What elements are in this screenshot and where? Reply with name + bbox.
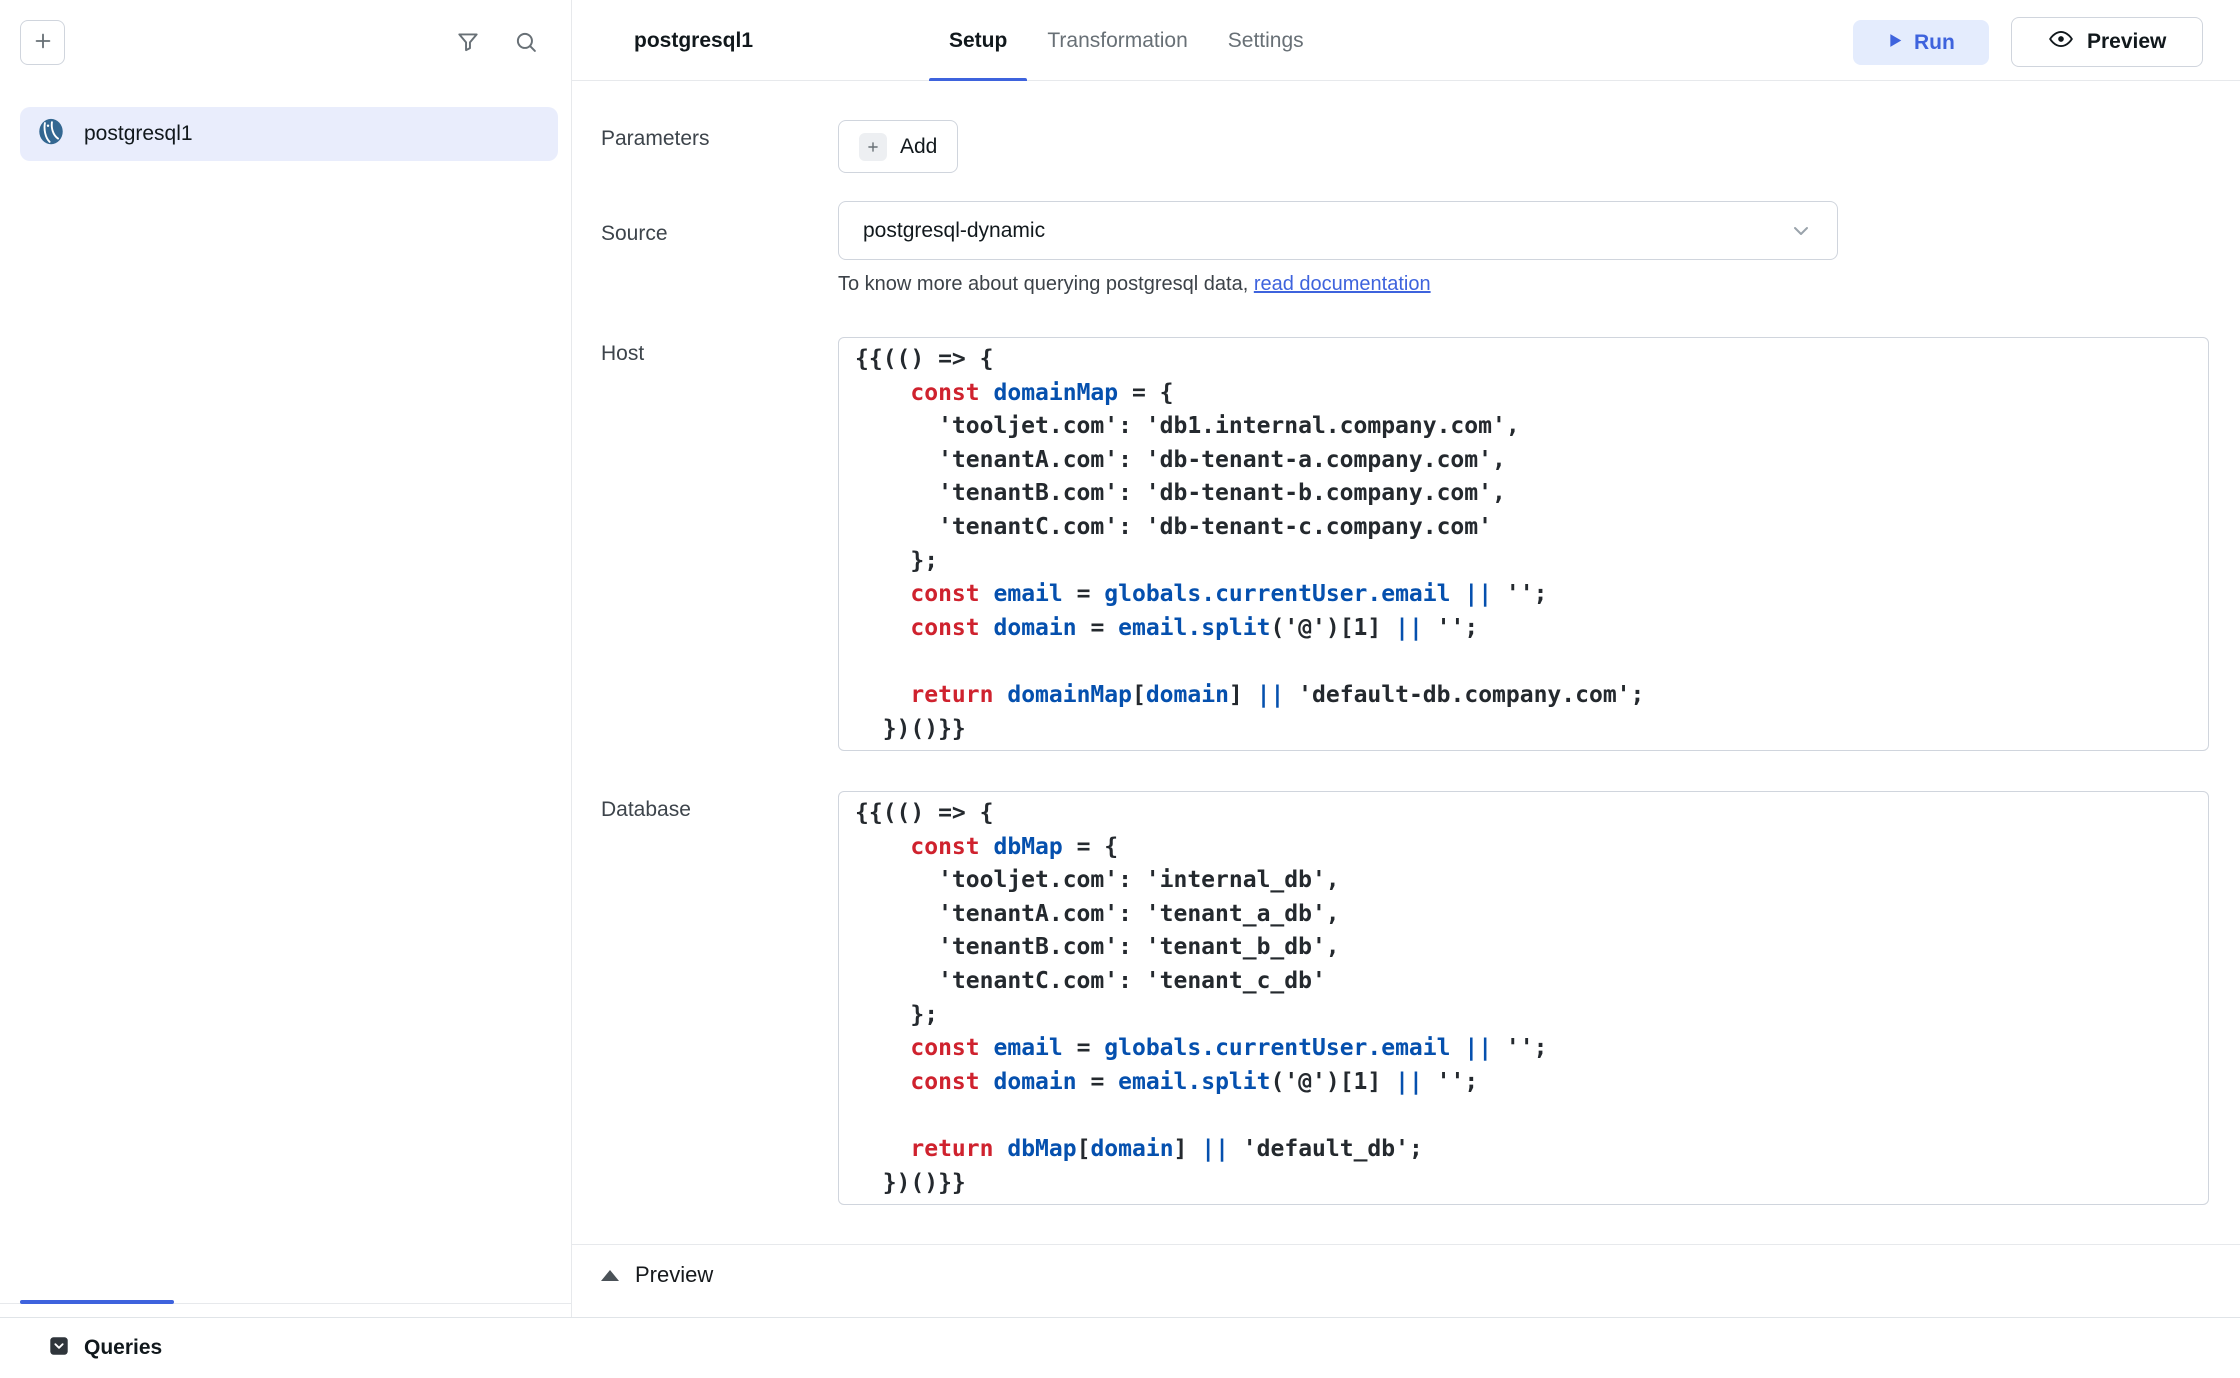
add-parameter-button[interactable]: Add — [838, 120, 958, 173]
plus-icon — [32, 30, 54, 55]
filter-queries-button[interactable] — [450, 25, 486, 61]
source-select[interactable]: postgresql-dynamic — [838, 201, 1838, 260]
database-code-editor[interactable]: {{(() => { const dbMap = { 'tooljet.com'… — [838, 791, 2209, 1205]
preview-section-toggle[interactable]: Preview — [572, 1245, 2240, 1305]
queries-tab-active-indicator — [20, 1300, 174, 1304]
query-title: postgresql1 — [634, 0, 753, 81]
tab-settings[interactable]: Settings — [1208, 0, 1324, 81]
source-select-value: postgresql-dynamic — [863, 219, 1045, 243]
eye-icon — [2048, 28, 2074, 56]
query-list-item-postgresql1[interactable]: postgresql1 — [20, 107, 558, 161]
parameters-label: Parameters — [601, 127, 710, 151]
plus-square-icon — [859, 133, 887, 161]
search-queries-button[interactable] — [508, 25, 544, 61]
read-documentation-link[interactable]: read documentation — [1254, 273, 1431, 295]
database-label: Database — [601, 798, 691, 822]
preview-button[interactable]: Preview — [2011, 17, 2203, 67]
host-code-editor[interactable]: {{(() => { const domainMap = { 'tooljet.… — [838, 337, 2209, 751]
preview-button-label: Preview — [2087, 30, 2166, 54]
play-icon — [1887, 31, 1903, 55]
add-parameter-label: Add — [900, 135, 937, 159]
triangle-up-icon — [601, 1270, 619, 1281]
source-help-prefix: To know more about querying postgresql d… — [838, 273, 1254, 295]
queries-sidebar: postgresql1 — [0, 0, 572, 1317]
queries-panel-icon — [48, 1335, 70, 1362]
source-label: Source — [601, 222, 668, 246]
query-editor-header: postgresql1 Setup Transformation Setting… — [572, 0, 2240, 81]
query-editor-tabs: Setup Transformation Settings — [929, 0, 1324, 81]
queries-panel-tab[interactable]: Queries — [84, 1336, 162, 1360]
query-editor-screen: postgresql1 postgresql1 Setup Transforma… — [0, 0, 2240, 1378]
source-help-text: To know more about querying postgresql d… — [838, 273, 1431, 296]
preview-section-label: Preview — [635, 1262, 713, 1288]
add-query-button[interactable] — [20, 20, 65, 65]
query-item-label: postgresql1 — [84, 122, 193, 146]
run-button[interactable]: Run — [1853, 20, 1989, 65]
chevron-down-icon — [1789, 219, 1813, 243]
bottom-panel-bar: Queries — [0, 1317, 2240, 1378]
host-label: Host — [601, 342, 644, 366]
tab-setup[interactable]: Setup — [929, 0, 1027, 81]
search-icon — [513, 29, 539, 58]
run-button-label: Run — [1914, 31, 1955, 55]
postgresql-elephant-icon — [36, 117, 66, 152]
filter-icon — [455, 29, 481, 58]
tab-transformation[interactable]: Transformation — [1027, 0, 1207, 81]
setup-panel: Parameters Add Source postgresql-dynamic… — [572, 81, 2240, 1317]
